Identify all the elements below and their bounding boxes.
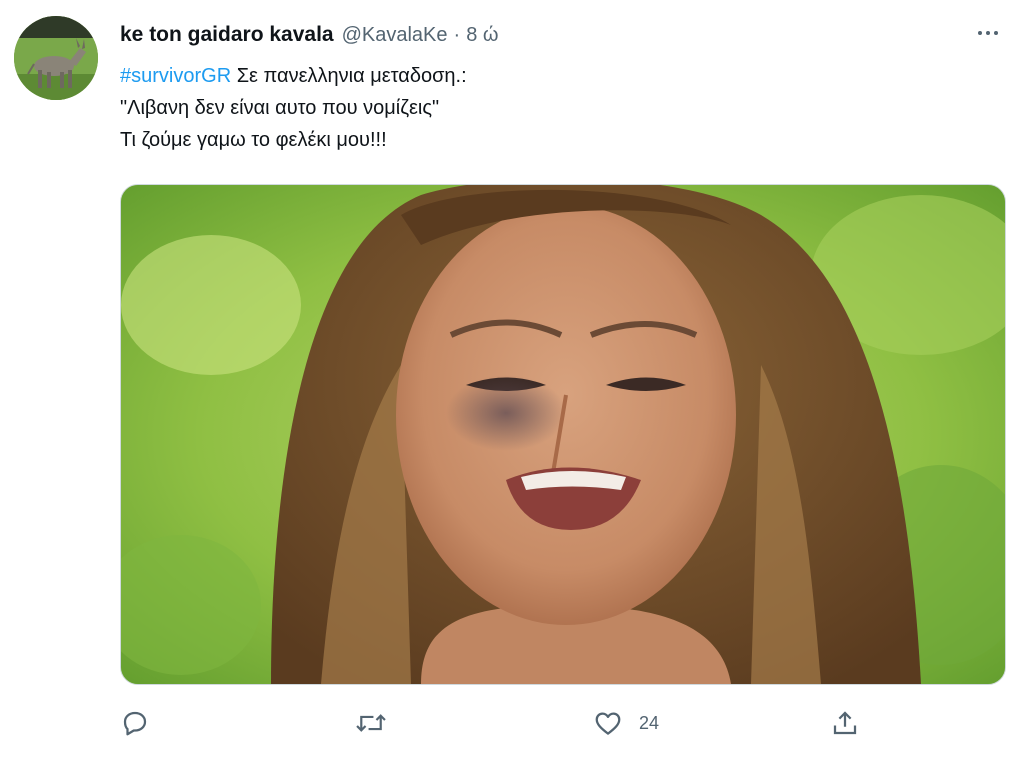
- reply-button[interactable]: [120, 703, 166, 743]
- heart-icon: [595, 712, 621, 735]
- more-dot-icon: [994, 31, 998, 35]
- separator-dot: ·: [453, 23, 461, 46]
- reply-icon: [123, 711, 147, 736]
- author-display-name[interactable]: ke ton gaidaro kavala: [120, 23, 334, 47]
- like-count: 24: [639, 712, 660, 733]
- tweet-text-line-1-rest: Σε πανελληνια μεταδοση.:: [231, 65, 467, 87]
- tweet-timestamp[interactable]: 8 ώ: [466, 24, 498, 47]
- author-handle[interactable]: @KavalaKe: [342, 24, 448, 47]
- tweet-text: #survivorGR Σε πανελληνια μεταδοση.: "Λι…: [120, 60, 467, 156]
- tweet-text-line-2: "Λιβανη δεν είναι αυτο που νομίζεις": [120, 97, 440, 119]
- photo-crying-woman-icon: [121, 185, 1005, 684]
- more-dot-icon: [978, 31, 982, 35]
- like-button[interactable]: 24: [593, 703, 659, 743]
- tweet: ke ton gaidaro kavala @KavalaKe · 8 ώ #s…: [0, 0, 1024, 758]
- author-avatar[interactable]: [14, 16, 98, 100]
- more-dot-icon: [986, 31, 990, 35]
- share-button[interactable]: [830, 703, 860, 743]
- tweet-media-photo[interactable]: [120, 184, 1006, 685]
- donkey-avatar-icon: [14, 16, 98, 100]
- tweet-text-line-3: Τι ζούμε γαμω το φελέκι μου!!!: [120, 129, 387, 151]
- hashtag-link[interactable]: #survivorGR: [120, 65, 231, 87]
- retweet-button[interactable]: [354, 703, 404, 743]
- tweet-actions-bar: 24: [120, 703, 1004, 743]
- retweet-icon: [356, 714, 386, 732]
- share-icon: [833, 711, 857, 735]
- tweet-header: ke ton gaidaro kavala @KavalaKe · 8 ώ: [120, 20, 498, 50]
- tweet-text-line-1: #survivorGR Σε πανελληνια μεταδοση.:: [120, 60, 467, 92]
- more-options-button[interactable]: [974, 22, 1002, 44]
